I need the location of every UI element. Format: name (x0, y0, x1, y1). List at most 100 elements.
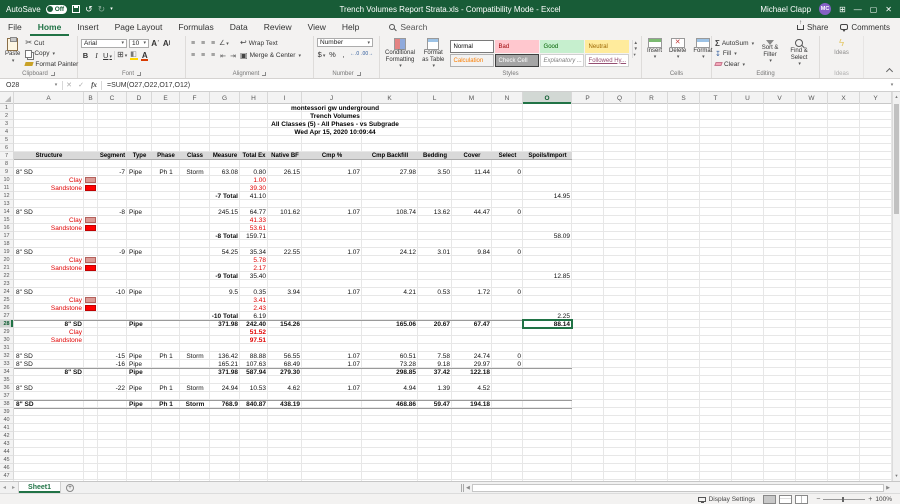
cell-H27[interactable]: 6.19 (240, 312, 268, 320)
close-icon[interactable]: ✕ (885, 5, 892, 14)
cell-O12[interactable]: 14.95 (523, 192, 572, 200)
cell-K32[interactable]: 60.51 (362, 352, 418, 360)
page-break-view-icon[interactable] (795, 495, 808, 504)
cell-G24[interactable]: 9.5 (210, 288, 240, 296)
row-header-25[interactable]: 25 (0, 296, 14, 304)
menu-tab-review[interactable]: Review (256, 18, 300, 36)
cell-G17[interactable]: -8 Total (210, 232, 240, 240)
row-header-30[interactable]: 30 (0, 336, 14, 344)
col-header-K[interactable]: K (362, 92, 418, 104)
cell-G27[interactable]: -10 Total (210, 312, 240, 320)
cell-H15[interactable]: 41.33 (240, 216, 268, 224)
avatar[interactable]: MC (819, 3, 831, 15)
italic-button[interactable]: I (92, 51, 101, 60)
col-header-R[interactable]: R (636, 92, 668, 104)
row-header-18[interactable]: 18 (0, 240, 14, 248)
row-header-6[interactable]: 6 (0, 144, 14, 152)
bold-button[interactable]: B (81, 51, 90, 60)
row-header-19[interactable]: 19 (0, 248, 14, 256)
cell-H9[interactable]: 0.80 (240, 168, 268, 176)
menu-tab-formulas[interactable]: Formulas (170, 18, 221, 36)
cell-H16[interactable]: 53.61 (240, 224, 268, 232)
menu-tab-view[interactable]: View (300, 18, 334, 36)
row-header-23[interactable]: 23 (0, 280, 14, 288)
menu-tab-data[interactable]: Data (222, 18, 256, 36)
sort-filter-button[interactable]: Sort & Filter (757, 38, 783, 65)
gallery-down-icon[interactable]: ▼ (634, 46, 638, 51)
cell-A29[interactable]: Clay (14, 328, 84, 336)
cell-G7[interactable]: Measure (210, 152, 240, 160)
ribbon-display-options-icon[interactable]: ⊞ (839, 5, 846, 14)
menu-tab-insert[interactable]: Insert (69, 18, 106, 36)
cell-F38[interactable]: Storm (180, 400, 210, 408)
cell-D32[interactable]: Pipe (127, 352, 152, 360)
format-painter-button[interactable]: Format Painter (25, 59, 78, 70)
align-left-icon[interactable]: ≡ (189, 52, 197, 59)
menu-tab-home[interactable]: Home (30, 18, 70, 36)
cell-H29[interactable]: 51.52 (240, 328, 268, 336)
cell-N7[interactable]: Select (492, 152, 523, 160)
col-header-F[interactable]: F (180, 92, 210, 104)
cell-M33[interactable]: 29.97 (452, 360, 492, 368)
cell-H24[interactable]: 0.35 (240, 288, 268, 296)
vertical-scroll-thumb[interactable] (894, 104, 899, 214)
cell-F7[interactable]: Class (180, 152, 210, 160)
row-header-27[interactable]: 27 (0, 312, 14, 320)
cell-A28[interactable]: 8" SD (14, 320, 84, 328)
format-cells-button[interactable]: Format (691, 38, 714, 61)
name-box-dropdown-icon[interactable]: ▾ (50, 82, 62, 88)
font-size-select[interactable]: 10 (129, 39, 149, 48)
cell-K9[interactable]: 27.98 (362, 168, 418, 176)
row-header-1[interactable]: 1 (0, 104, 14, 112)
cell-N14[interactable]: 0 (492, 208, 523, 216)
gallery-more-icon[interactable]: ▾ (634, 52, 638, 58)
increase-indent-icon[interactable]: ⇥ (229, 52, 237, 60)
cell-E36[interactable]: Ph 1 (152, 384, 180, 392)
row-header-32[interactable]: 32 (0, 352, 14, 360)
row-header-37[interactable]: 37 (0, 392, 14, 400)
cell-J14[interactable]: 1.07 (302, 208, 362, 216)
shrink-font-icon[interactable]: Aʲ (162, 39, 171, 48)
underline-button[interactable]: U (103, 51, 112, 60)
cell-A19[interactable]: 8" SD (14, 248, 84, 256)
cell-H10[interactable]: 1.00 (240, 176, 268, 184)
cell-G28[interactable]: 371.98 (210, 320, 240, 328)
align-center-icon[interactable]: ≡ (199, 52, 207, 59)
cell-N24[interactable]: 0 (492, 288, 523, 296)
cell-H36[interactable]: 10.53 (240, 384, 268, 392)
cell-L34[interactable]: 37.42 (418, 368, 452, 376)
cell-style-good[interactable]: Good (540, 40, 584, 53)
menu-tab-file[interactable]: File (0, 18, 30, 36)
cell-F36[interactable]: Storm (180, 384, 210, 392)
cell-I32[interactable]: 56.55 (268, 352, 302, 360)
cell-C36[interactable]: -22 (98, 384, 127, 392)
col-header-G[interactable]: G (210, 92, 240, 104)
col-header-Q[interactable]: Q (604, 92, 636, 104)
cell-C19[interactable]: -9 (98, 248, 127, 256)
row-header-8[interactable]: 8 (0, 160, 14, 168)
cell-O17[interactable]: 58.09 (523, 232, 572, 240)
row-header-2[interactable]: 2 (0, 112, 14, 120)
top-align-icon[interactable]: ≡ (189, 40, 197, 47)
cell-D33[interactable]: Pipe (127, 360, 152, 368)
cell-K34[interactable]: 298.85 (362, 368, 418, 376)
cell-D7[interactable]: Type (127, 152, 152, 160)
percent-format-icon[interactable]: % (328, 50, 337, 59)
col-header-N[interactable]: N (492, 92, 523, 104)
cell-H33[interactable]: 107.63 (240, 360, 268, 368)
row-header-4[interactable]: 4 (0, 128, 14, 136)
cell-H34[interactable]: 587.94 (240, 368, 268, 376)
zoom-out-icon[interactable]: − (816, 496, 820, 503)
autosum-button[interactable]: ΣAutoSum (715, 38, 754, 49)
fill-button[interactable]: ↧Fill (715, 49, 754, 60)
col-header-T[interactable]: T (700, 92, 732, 104)
cell-L14[interactable]: 13.62 (418, 208, 452, 216)
cell-D38[interactable]: Pipe (127, 400, 152, 408)
cell-N19[interactable]: 0 (492, 248, 523, 256)
cell-style-bad[interactable]: Bad (495, 40, 539, 53)
row-header-17[interactable]: 17 (0, 232, 14, 240)
menu-tab-help[interactable]: Help (334, 18, 367, 36)
cell-K24[interactable]: 4.21 (362, 288, 418, 296)
cell-C14[interactable]: -8 (98, 208, 127, 216)
row-header-28[interactable]: 28 (0, 320, 14, 328)
